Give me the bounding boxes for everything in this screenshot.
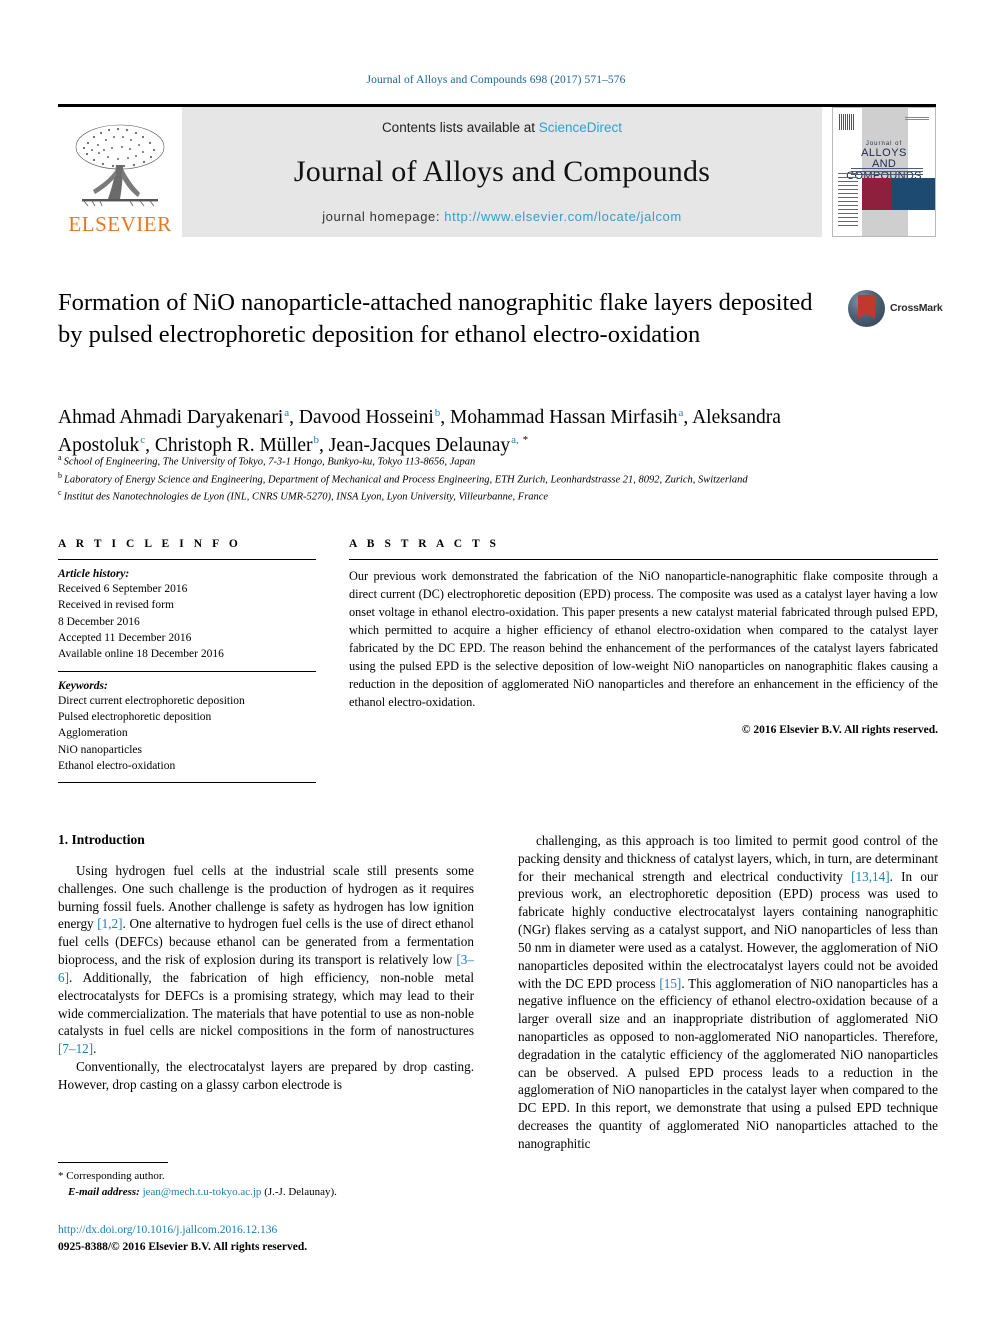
- article-info-column: A R T I C L E I N F O Article history: R…: [58, 538, 316, 791]
- article-history-item: Available online 18 December 2016: [58, 648, 224, 661]
- cover-issue-text: [905, 116, 929, 120]
- article-history-label: Article history:: [58, 568, 130, 580]
- email-owner: (J.-J. Delaunay).: [264, 1185, 337, 1198]
- keyword-lines: Direct current electrophoretic depositio…: [58, 693, 316, 775]
- article-info-rule-bottom: [58, 782, 316, 784]
- citation-link[interactable]: [15]: [659, 976, 681, 991]
- author-name: Ahmad Ahmadi Daryakenari: [58, 407, 284, 428]
- footnote-block: * Corresponding author. E-mail address: …: [58, 1162, 478, 1201]
- article-history-item: Received 6 September 2016: [58, 583, 188, 595]
- journal-cover-thumbnail: Journal of ALLOYS AND COMPOUNDS: [832, 107, 936, 237]
- body-column-right: challenging, as this approach is too lim…: [518, 832, 938, 1153]
- contents-line: Contents lists available at ScienceDirec…: [382, 120, 622, 135]
- banner-inner: ELSEVIER Contents lists available at Sci…: [58, 107, 936, 237]
- abstract-copyright: © 2016 Elsevier B.V. All rights reserved…: [741, 723, 938, 736]
- issn-line: 0925-8388/© 2016 Elsevier B.V. All right…: [58, 1241, 308, 1254]
- affiliation-mark: c: [58, 488, 62, 498]
- body-paragraph: Conventionally, the electrocatalyst laye…: [58, 1058, 474, 1092]
- homepage-url-link[interactable]: http://www.elsevier.com/locate/jalcom: [444, 209, 682, 224]
- crossmark-icon: [848, 289, 885, 327]
- affiliation-mark: a: [58, 453, 62, 462]
- citation-link[interactable]: [1,2]: [97, 916, 122, 931]
- doi-block: http://dx.doi.org/10.1016/j.jallcom.2016…: [58, 1222, 518, 1257]
- corresponding-label: Corresponding author.: [66, 1170, 165, 1182]
- homepage-label: journal homepage:: [322, 209, 445, 224]
- elsevier-wordmark: ELSEVIER: [68, 212, 172, 236]
- title-block: Formation of NiO nanoparticle-attached n…: [58, 287, 818, 352]
- keywords-label: Keywords:: [58, 679, 108, 692]
- corresponding-author-note: * Corresponding author. E-mail address: …: [58, 1169, 478, 1201]
- article-history-lines: Received 6 September 2016 Received in rev…: [58, 581, 316, 663]
- journal-banner: ELSEVIER Contents lists available at Sci…: [58, 104, 936, 237]
- affiliation-item: a School of Engineering, The University o…: [58, 453, 476, 468]
- crossmark-badge[interactable]: CrossMark: [848, 288, 943, 328]
- sciencedirect-link[interactable]: ScienceDirect: [539, 120, 622, 135]
- cover-barcode-icon: [839, 114, 855, 130]
- author-affiliation-mark: a: [284, 406, 290, 419]
- author-name: Mohammad Hassan Mirfasih: [450, 407, 678, 428]
- abstract-column: A B S T R A C T S Our previous work demo…: [349, 538, 938, 736]
- keyword-item: Ethanol electro-oxidation: [58, 759, 176, 772]
- crossmark-book-shape: [858, 294, 875, 319]
- doi-link[interactable]: http://dx.doi.org/10.1016/j.jallcom.2016…: [58, 1222, 518, 1239]
- article-history-item: 8 December 2016: [58, 615, 140, 628]
- body-paragraph: challenging, as this approach is too lim…: [518, 833, 938, 1151]
- section-title-introduction: 1. Introduction: [58, 832, 145, 847]
- article-info-heading: A R T I C L E I N F O: [58, 538, 242, 550]
- abstract-text: Our previous work demonstrated the fabri…: [349, 569, 938, 709]
- affiliation-mark: b: [58, 470, 62, 480]
- citation-link[interactable]: [13,14]: [851, 869, 889, 884]
- author-affiliation-mark: b: [313, 434, 320, 447]
- keyword-item: Direct current electrophoretic depositio…: [58, 694, 245, 707]
- article-info-rule-top: [58, 559, 316, 560]
- cover-navy-block: [892, 178, 935, 211]
- citation-link[interactable]: [7–12]: [58, 1041, 93, 1056]
- keyword-item: NiO nanoparticles: [58, 743, 142, 756]
- intro-right-paragraphs: challenging, as this approach is too lim…: [518, 832, 938, 1153]
- homepage-line: journal homepage: http://www.elsevier.co…: [322, 209, 682, 224]
- article-info-rule-mid: [58, 670, 316, 672]
- email-link[interactable]: jean@mech.t.u-tokyo.ac.jp: [143, 1186, 262, 1198]
- body-column-left: 1. Introduction Using hydrogen fuel cell…: [58, 832, 474, 1094]
- paper-page: Journal of Alloys and Compounds 698 (201…: [0, 0, 992, 1323]
- corresponding-star: *: [58, 1170, 64, 1182]
- crossmark-label: CrossMark: [890, 302, 943, 314]
- affiliation-item: b Laboratory of Energy Science and Engine…: [58, 470, 748, 486]
- elsevier-tree-icon: [75, 124, 165, 207]
- cover-subtitle-lines: [851, 165, 923, 175]
- keyword-item: Pulsed electrophoretic deposition: [58, 710, 212, 723]
- page-title: Formation of NiO nanoparticle-attached n…: [58, 289, 813, 349]
- author-affiliation-mark: a: [678, 406, 684, 419]
- author-affiliation-mark: b: [434, 406, 441, 419]
- citation-link[interactable]: [3–6]: [58, 952, 474, 985]
- cover-maroon-block: [861, 178, 893, 211]
- banner-center: Contents lists available at ScienceDirec…: [182, 107, 822, 237]
- author-name: Davood Hosseini: [298, 407, 434, 428]
- footnote-rule: [58, 1162, 168, 1163]
- abstract-heading: A B S T R A C T S: [349, 538, 500, 550]
- cover-left-text-lines: [838, 172, 858, 226]
- affiliation-list: a School of Engineering, The University o…: [58, 452, 938, 505]
- article-history-item: Received in revised form: [58, 599, 174, 612]
- contents-prefix: Contents lists available at: [381, 120, 539, 135]
- keyword-item: Agglomeration: [58, 727, 128, 740]
- intro-left-paragraphs: Using hydrogen fuel cells at the industr…: [58, 862, 474, 1094]
- body-paragraph: Using hydrogen fuel cells at the industr…: [58, 863, 474, 1057]
- abstract-rule-top: [349, 559, 938, 560]
- email-label: E-mail address:: [68, 1185, 140, 1198]
- corresponding-author-mark: *: [522, 434, 529, 447]
- article-history-item: Accepted 11 December 2016: [58, 631, 192, 644]
- journal-title: Journal of Alloys and Compounds: [293, 155, 711, 188]
- affiliation-item: c Institut des Nanotechnologies de Lyon (…: [58, 488, 549, 503]
- running-head: Journal of Alloys and Compounds 698 (201…: [366, 74, 626, 86]
- elsevier-logo: ELSEVIER: [58, 107, 182, 237]
- author-affiliation-mark: c: [140, 434, 146, 447]
- author-affiliation-mark: a,: [511, 434, 522, 447]
